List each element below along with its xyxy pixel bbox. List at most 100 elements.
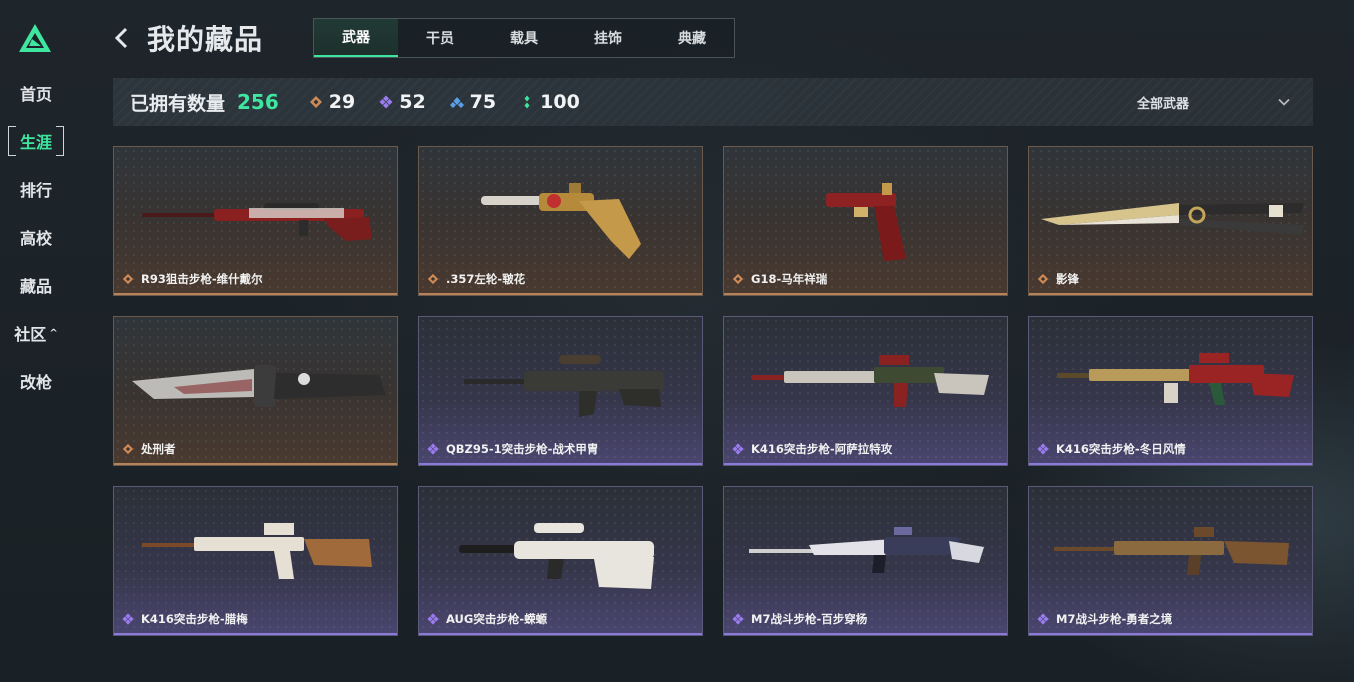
- collection-card[interactable]: AUG突击步枪-蝾螈: [418, 486, 703, 636]
- purple-diamond-icon: [379, 95, 393, 109]
- orange-diamond-icon: [427, 273, 439, 285]
- item-label: K416突击步枪-冬日风情: [1037, 441, 1186, 457]
- rarity-underline: [724, 293, 1007, 295]
- nav-item-label: 生涯: [19, 133, 52, 152]
- owned-count-label: 已拥有数量: [130, 92, 226, 115]
- collection-card[interactable]: QBZ95-1突击步枪-战术甲胄: [418, 316, 703, 466]
- tab-operators[interactable]: 干员: [398, 19, 482, 57]
- rarity-underline: [419, 463, 702, 465]
- rarity-underline: [1029, 633, 1312, 635]
- rarity-underline: [419, 633, 702, 635]
- logo-icon[interactable]: [17, 22, 53, 54]
- nav-item-label: 排行: [19, 181, 52, 200]
- revolver-icon: [481, 183, 641, 259]
- back-button[interactable]: [113, 18, 137, 58]
- knife-icon: [132, 365, 386, 407]
- selection-bracket-right: [58, 126, 64, 156]
- item-name: 影锋: [1056, 272, 1079, 286]
- item-label: K416突击步枪-腊梅: [122, 611, 248, 627]
- rarity-underline: [419, 293, 702, 295]
- item-label: 处刑者: [122, 441, 176, 457]
- rarity-underline: [724, 463, 1007, 465]
- nav-item-gunsmith[interactable]: 改枪: [8, 366, 64, 396]
- nav-item-label: 首页: [19, 85, 52, 104]
- sniper-rifle-icon: [142, 203, 372, 241]
- sidebar: 首页 生涯 排行 高校 藏品 社区 ^ 改枪: [0, 0, 72, 682]
- tab-premium[interactable]: 典藏: [650, 19, 734, 57]
- collection-card[interactable]: M7战斗步枪-百步穿杨: [723, 486, 1008, 636]
- item-name: M7战斗步枪-勇者之境: [1056, 612, 1173, 626]
- rarity-underline: [724, 633, 1007, 635]
- orange-diamond-icon: [122, 443, 134, 455]
- collection-card[interactable]: .357左轮-皲花: [418, 146, 703, 296]
- rarity-count-value: 100: [540, 91, 580, 113]
- collection-card[interactable]: K416突击步枪-阿萨拉特攻: [723, 316, 1008, 466]
- bullpup-rifle-icon: [464, 355, 664, 417]
- weapon-filter-dropdown[interactable]: 全部武器: [1137, 78, 1291, 126]
- item-name: .357左轮-皲花: [446, 272, 526, 286]
- nav-item-ranking[interactable]: 排行: [8, 174, 64, 204]
- collection-card[interactable]: 处刑者: [113, 316, 398, 466]
- collection-card[interactable]: G18-马年祥瑞: [723, 146, 1008, 296]
- collection-card[interactable]: 影锋: [1028, 146, 1313, 296]
- collection-card[interactable]: K416突击步枪-腊梅: [113, 486, 398, 636]
- rarity-count-blue: 75: [449, 91, 497, 113]
- tab-weapons[interactable]: 武器: [314, 19, 398, 57]
- pistol-icon: [826, 183, 906, 261]
- purple-diamond-icon: [732, 613, 744, 625]
- item-label: G18-马年祥瑞: [732, 271, 827, 287]
- orange-diamond-icon: [122, 273, 134, 285]
- rarity-underline: [1029, 463, 1312, 465]
- rarity-count-value: 75: [469, 91, 497, 113]
- item-label: K416突击步枪-阿萨拉特攻: [732, 441, 892, 457]
- nav-item-community[interactable]: 社区 ^: [8, 318, 64, 348]
- filter-selected-value: 全部武器: [1136, 96, 1189, 112]
- page-title: 我的藏品: [147, 23, 264, 56]
- item-name: R93狙击步枪-维什戴尔: [141, 272, 263, 286]
- item-name: K416突击步枪-阿萨拉特攻: [751, 442, 893, 456]
- purple-diamond-icon: [732, 443, 744, 455]
- rarity-underline: [114, 633, 397, 635]
- nav-item-label: 高校: [19, 229, 52, 248]
- collection-card[interactable]: K416突击步枪-冬日风情: [1028, 316, 1313, 466]
- collection-card[interactable]: M7战斗步枪-勇者之境: [1028, 486, 1313, 636]
- assault-rifle-icon: [1057, 353, 1294, 405]
- rarity-underline: [1029, 293, 1312, 295]
- owned-count-value: 256: [237, 90, 279, 114]
- chevron-down-icon: [1278, 98, 1290, 106]
- blue-diamond-icon: [449, 97, 464, 108]
- stats-bar: 已拥有数量 256 29 52 75 100 全部武器: [113, 78, 1313, 126]
- item-name: K416突击步枪-冬日风情: [1056, 442, 1186, 456]
- purple-diamond-icon: [427, 613, 439, 625]
- nav-item-home[interactable]: 首页: [8, 78, 64, 108]
- collection-grid: R93狙击步枪-维什戴尔 .357左轮-皲花 G18-马年祥瑞 影锋 处刑者 Q…: [113, 146, 1313, 636]
- item-label: R93狙击步枪-维什戴尔: [122, 271, 263, 287]
- tab-charms[interactable]: 挂饰: [566, 19, 650, 57]
- item-label: M7战斗步枪-勇者之境: [1037, 611, 1172, 627]
- assault-rifle-icon: [142, 523, 372, 579]
- item-label: 影锋: [1037, 271, 1079, 287]
- page-header: 我的藏品: [113, 14, 263, 62]
- nav-item-career[interactable]: 生涯: [8, 126, 64, 156]
- rarity-underline: [114, 293, 397, 295]
- rarity-count-orange: 29: [309, 91, 355, 113]
- green-diamond-icon: [524, 95, 530, 109]
- item-name: 处刑者: [141, 442, 176, 456]
- orange-diamond-icon: [732, 273, 744, 285]
- nav-item-label: 改枪: [19, 373, 52, 392]
- item-name: QBZ95-1突击步枪-战术甲胄: [446, 442, 599, 456]
- item-label: .357左轮-皲花: [427, 271, 525, 287]
- assault-rifle-icon: [752, 355, 989, 407]
- tab-vehicles[interactable]: 载具: [482, 19, 566, 57]
- rarity-underline: [114, 463, 397, 465]
- orange-diamond-icon: [1037, 273, 1049, 285]
- nav-item-school[interactable]: 高校: [8, 222, 64, 252]
- item-name: AUG突击步枪-蝾螈: [446, 612, 548, 626]
- nav-item-collection[interactable]: 藏品: [8, 270, 64, 300]
- nav-item-label: 社区: [14, 325, 47, 344]
- collection-card[interactable]: R93狙击步枪-维什戴尔: [113, 146, 398, 296]
- chevron-left-icon: [114, 27, 128, 49]
- item-label: M7战斗步枪-百步穿杨: [732, 611, 867, 627]
- item-label: AUG突击步枪-蝾螈: [427, 611, 547, 627]
- rarity-count-value: 52: [399, 91, 426, 113]
